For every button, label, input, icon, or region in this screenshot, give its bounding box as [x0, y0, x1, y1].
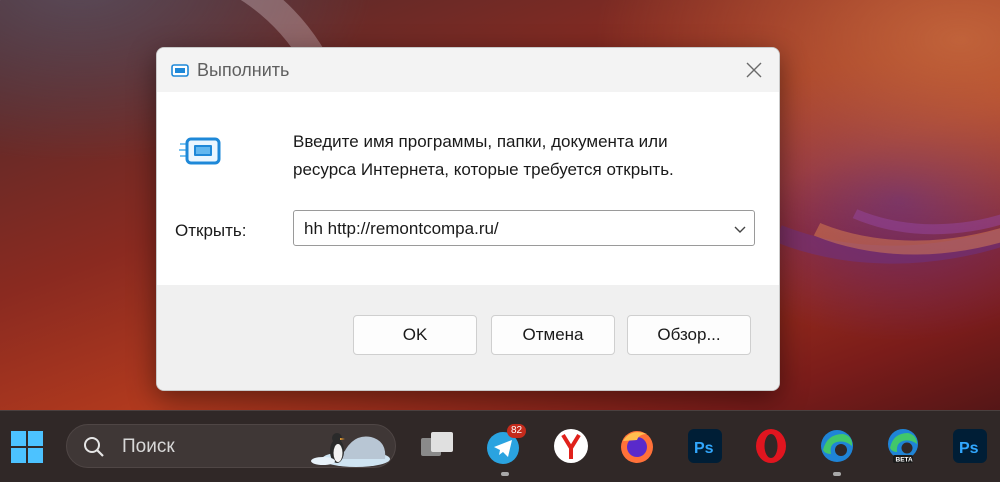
description-line: Введите имя программы, папки, документа … — [293, 132, 668, 151]
telegram-app[interactable]: 82 — [485, 424, 527, 466]
open-label: Открыть: — [175, 221, 247, 240]
photoshop-icon[interactable]: Ps — [685, 426, 725, 466]
yandex-browser-icon[interactable] — [551, 426, 591, 466]
running-indicator — [501, 472, 509, 476]
edge-icon[interactable] — [817, 426, 857, 466]
svg-text:BETA: BETA — [896, 457, 914, 464]
telegram-badge: 82 — [507, 424, 527, 438]
firefox-icon[interactable] — [617, 426, 657, 466]
dialog-titlebar[interactable]: Выполнить — [157, 48, 779, 92]
cancel-button[interactable]: Отмена — [491, 315, 615, 355]
run-dialog: Выполнить Введите имя программы, папки, … — [156, 47, 780, 391]
photoshop-icon[interactable]: Ps — [950, 426, 990, 466]
dialog-description: Введите имя программы, папки, документа … — [293, 128, 763, 184]
description-line: ресурса Интернета, которые требуется отк… — [293, 160, 674, 179]
svg-text:Ps: Ps — [694, 440, 714, 457]
close-icon — [746, 62, 762, 78]
windows-start-icon[interactable] — [9, 429, 45, 465]
dialog-content: Введите имя программы, папки, документа … — [157, 92, 779, 285]
edge-beta-icon[interactable]: BETA — [883, 426, 923, 466]
task-view-icon[interactable] — [417, 426, 457, 466]
run-icon — [171, 64, 189, 77]
open-combobox[interactable]: hh http://remontcompa.ru/ — [293, 210, 755, 246]
taskbar-search[interactable]: Поиск — [66, 424, 396, 468]
chevron-down-icon[interactable] — [732, 221, 748, 237]
dialog-footer: OK Отмена Обзор... — [157, 285, 779, 390]
opera-icon[interactable] — [751, 426, 791, 466]
penguin-highlight-icon — [311, 433, 390, 467]
taskbar: Поиск 82 Ps BETA Ps — [0, 410, 1000, 482]
search-placeholder: Поиск — [122, 436, 175, 457]
browse-button[interactable]: Обзор... — [627, 315, 751, 355]
search-icon — [84, 437, 104, 457]
run-program-icon — [179, 137, 221, 165]
dialog-title: Выполнить — [197, 60, 290, 80]
close-button[interactable] — [729, 48, 779, 92]
ok-button[interactable]: OK — [353, 315, 477, 355]
open-input[interactable]: hh http://remontcompa.ru/ — [304, 219, 499, 239]
svg-text:Ps: Ps — [959, 440, 979, 457]
running-indicator — [833, 472, 841, 476]
